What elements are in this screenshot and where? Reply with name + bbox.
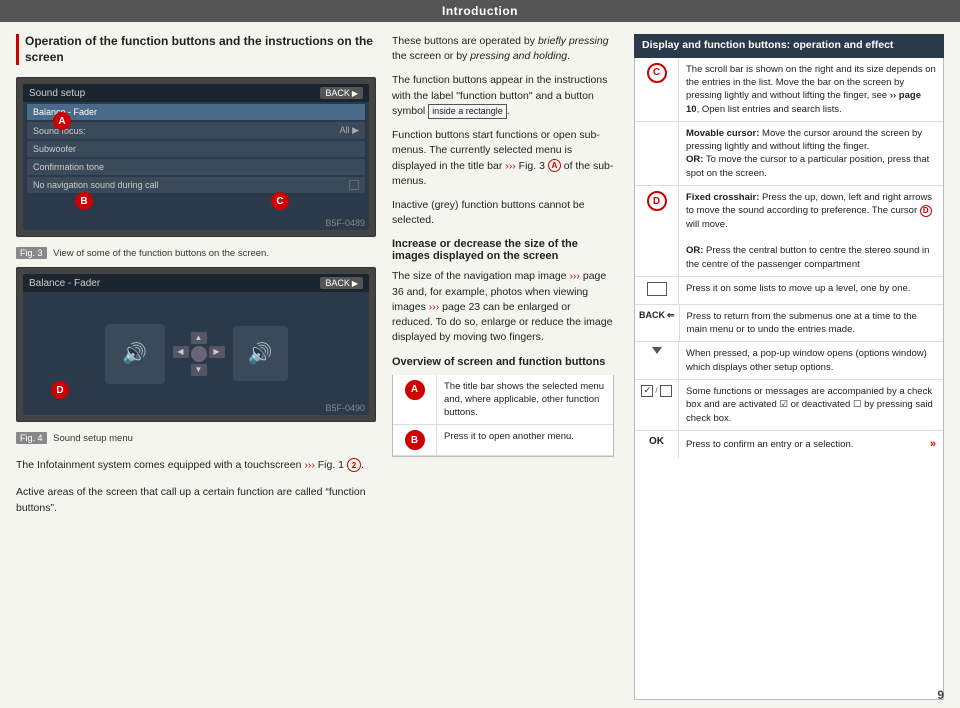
size-para: The size of the navigation map image ›››… (392, 269, 614, 345)
screen2-title: Balance - Fader (29, 278, 100, 289)
page-number: 9 (937, 688, 944, 702)
page-header: Introduction (0, 0, 960, 22)
subheading1: Increase or decrease the size of the ima… (392, 238, 614, 262)
arrow-right[interactable]: ▶ (209, 346, 225, 358)
overview-table: A The title bar shows the selected menu … (392, 375, 614, 458)
screen1-back-btn[interactable]: BACK ▶ (320, 87, 363, 99)
device-screen-1: Sound setup BACK ▶ Balance - Fader Sound… (16, 77, 376, 237)
menu-item-nonavsound[interactable]: No navigation sound during call (27, 177, 365, 193)
badge-c-screen: C (271, 192, 289, 210)
triangle-icon (652, 347, 662, 354)
active-areas-text: Active areas of the screen that call up … (16, 485, 376, 515)
img-number-1: B5F-0489 (325, 218, 365, 228)
header-title: Introduction (442, 4, 518, 18)
back-icon: BACK ⇐ (639, 310, 675, 321)
rt-row-triangle: When pressed, a pop-up window opens (opt… (635, 342, 943, 380)
d-inline-badge: D (920, 205, 932, 217)
inline-rect: inside a rectangle (428, 104, 507, 119)
screen1-title: Sound setup (29, 88, 85, 99)
badge-b-icon: B (405, 430, 425, 450)
left-column: Operation of the function buttons and th… (16, 34, 376, 700)
arrow-controls: ▲ ◀ ▶ ▼ (173, 332, 225, 376)
para3: Function buttons start functions or open… (392, 128, 614, 189)
right-panel: Display and function buttons: operation … (634, 34, 944, 700)
rt-row-d: D Fixed crosshair: Press the up, down, l… (635, 186, 943, 277)
ok-icon: OK (649, 436, 664, 447)
rt-row-square: Press it on some lists to move up a leve… (635, 277, 943, 305)
right-panel-table: C The scroll bar is shown on the right a… (634, 58, 944, 700)
fig3-label: Fig. 3 (16, 247, 47, 259)
arrow-up[interactable]: ▲ (191, 332, 207, 344)
rt-row-checkbox: ✓ / Some functions or messages are accom… (635, 380, 943, 431)
badge-b: B (75, 192, 93, 210)
fig4-caption: Fig. 4 Sound setup menu (16, 433, 376, 444)
center-btn[interactable] (191, 346, 207, 362)
device-screen-2: Balance - Fader BACK ▶ 🔊 ▲ ◀ (16, 267, 376, 422)
para4: Inactive (grey) function buttons cannot … (392, 198, 614, 228)
menu-item-balance[interactable]: Balance - Fader (27, 104, 365, 120)
middle-column: These buttons are operated by briefly pr… (392, 34, 618, 700)
rt-row-c: C The scroll bar is shown on the right a… (635, 58, 943, 122)
menu-item-confirmation[interactable]: Confirmation tone (27, 159, 365, 175)
fig3-a-badge: A (548, 159, 561, 172)
rt-row-cursor: Movable cursor: Move the cursor around t… (635, 122, 943, 186)
screen2-back-btn[interactable]: BACK ▶ (320, 277, 363, 289)
fig4-label: Fig. 4 (16, 432, 47, 444)
icon-c: C (647, 63, 667, 83)
overview-row-b: B Press it to open another menu. (393, 425, 613, 456)
rt-row-back: BACK ⇐ Press to return from the submenus… (635, 305, 943, 343)
section-heading: Operation of the function buttons and th… (16, 34, 376, 65)
fig-ref-badge: 2 (347, 458, 361, 472)
menu-item-subwoofer[interactable]: Subwoofer (27, 141, 365, 157)
subheading2: Overview of screen and function buttons (392, 356, 614, 368)
overview-row-a: A The title bar shows the selected menu … (393, 375, 613, 426)
right-panel-header: Display and function buttons: operation … (634, 34, 944, 58)
intro-para: These buttons are operated by briefly pr… (392, 34, 614, 64)
checkbox-icon: ✓ / (641, 385, 671, 397)
fig3-caption: Fig. 3 View of some of the function butt… (16, 248, 376, 259)
chevron-right-icon: » (930, 437, 936, 452)
speaker-icon-right: 🔊 (233, 326, 288, 381)
infotainment-text: The Infotainment system comes equipped w… (16, 458, 376, 473)
icon-d: D (647, 191, 667, 211)
img-number-2: B5F-0490 (325, 403, 365, 413)
menu-item-soundfocus[interactable]: Sound focus: All ▶ (27, 122, 365, 139)
arrow-left[interactable]: ◀ (173, 346, 189, 358)
speaker-icon-left: 🔊 (105, 324, 165, 384)
badge-a-icon: A (405, 380, 425, 400)
icon-square (647, 282, 667, 296)
arrow-down[interactable]: ▼ (191, 364, 207, 376)
rt-row-ok: OK Press to confirm an entry or a select… (635, 431, 943, 459)
para2: The function buttons appear in the instr… (392, 73, 614, 119)
